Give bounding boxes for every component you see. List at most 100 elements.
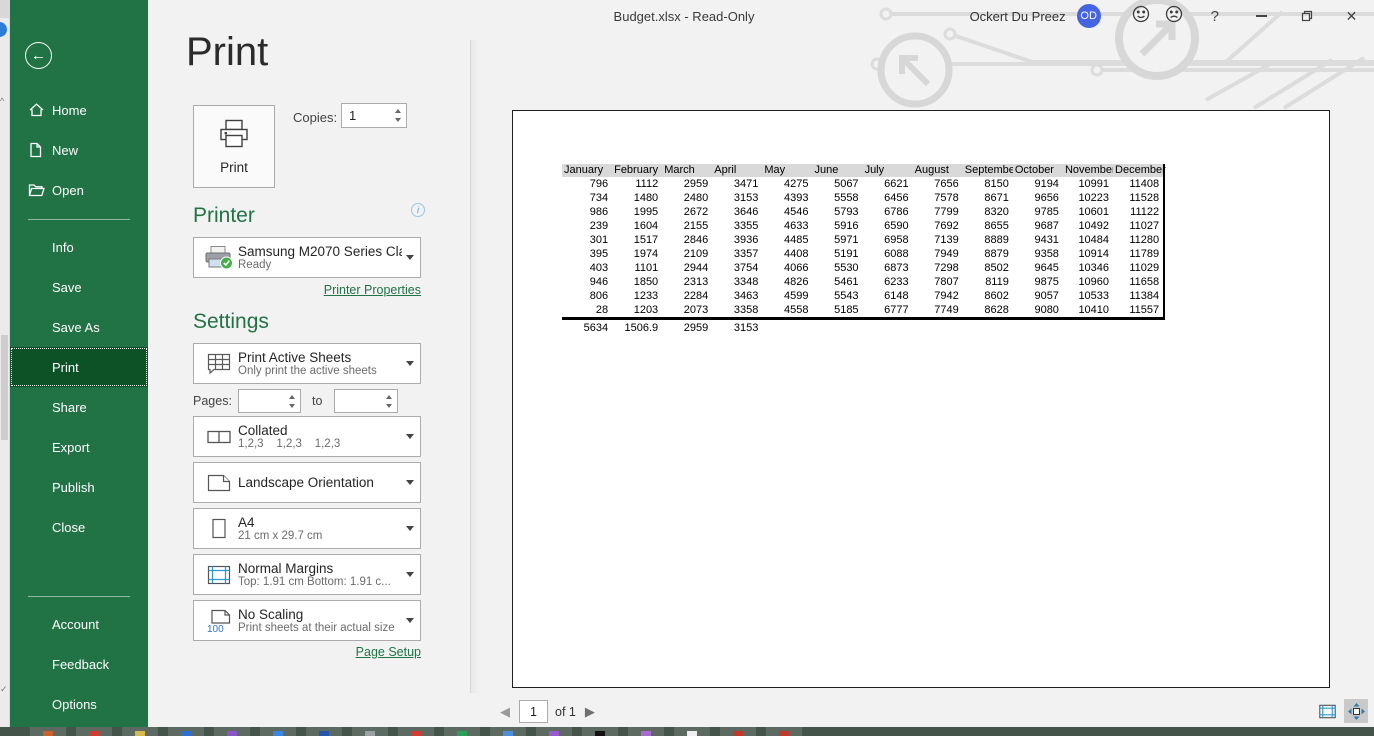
pages-to-spin-arrows[interactable] [381, 390, 397, 412]
page-navigation: ◀ of 1 ▶ [500, 700, 595, 723]
table-total-cell: 5634 [562, 321, 612, 335]
setting-dropdown-scaling[interactable]: 100 No Scaling Print sheets at their act… [193, 600, 421, 641]
table-cell: 5793 [812, 205, 862, 219]
printer-properties-link-wrap: Printer Properties [193, 283, 421, 297]
taskbar-app-icon[interactable] [30, 727, 66, 736]
sidebar-item-share[interactable]: Share [10, 387, 148, 427]
sidebar-item-label: Share [52, 400, 87, 415]
sidebar-item-label: Info [52, 240, 74, 255]
preview-table-wrap: JanuaryFebruaryMarchAprilMayJuneJulyAugu… [562, 164, 1165, 335]
user-name[interactable]: Ockert Du Preez [970, 9, 1066, 24]
taskbar-app-icon[interactable] [214, 727, 250, 736]
frowny-face-icon[interactable] [1164, 4, 1184, 29]
dropdown-title: Normal Margins [238, 561, 402, 576]
taskbar-app-icon[interactable] [168, 727, 204, 736]
previous-page-button[interactable]: ◀ [500, 704, 510, 720]
smiley-face-icon[interactable] [1131, 4, 1151, 29]
page-setup-link[interactable]: Page Setup [356, 645, 421, 659]
table-cell: 2109 [662, 247, 712, 261]
minimize-button[interactable] [1239, 1, 1284, 31]
sidebar-item-save[interactable]: Save [10, 267, 148, 307]
table-cell: 6456 [863, 191, 913, 205]
info-icon[interactable]: i [411, 203, 425, 217]
taskbar-app-icon[interactable] [582, 727, 618, 736]
print-active-sheets-icon [200, 352, 238, 376]
table-cell: 7807 [913, 275, 963, 289]
setting-dropdown-collation[interactable]: Collated 1,2,3 1,2,3 1,2,3 [193, 416, 421, 457]
spin-up-icon [386, 395, 392, 399]
zoom-to-page-button[interactable] [1344, 699, 1368, 723]
table-cell: 9785 [1013, 205, 1063, 219]
taskbar-app-icon[interactable] [490, 727, 526, 736]
help-button[interactable]: ? [1211, 8, 1219, 25]
table-cell: 28 [562, 303, 612, 317]
taskbar-app-icon[interactable] [306, 727, 342, 736]
table-cell: 7749 [913, 303, 963, 317]
sidebar-item-account[interactable]: Account [10, 604, 148, 644]
taskbar-app-icon[interactable] [628, 727, 664, 736]
taskbar-app-icon[interactable] [720, 727, 756, 736]
avatar[interactable]: OD [1077, 4, 1101, 28]
taskbar-app-icon[interactable] [444, 727, 480, 736]
table-cell: 10484 [1063, 233, 1113, 247]
table-cell: 4558 [762, 303, 812, 317]
pages-to-input[interactable] [335, 390, 381, 412]
sidebar-item-info[interactable]: Info [10, 227, 148, 267]
close-button[interactable]: ✕ [1329, 1, 1374, 31]
sidebar-item-save-as[interactable]: Save As [10, 307, 148, 347]
print-button[interactable]: Print [193, 105, 275, 188]
spin-down-icon [395, 118, 401, 122]
table-cell: 3754 [712, 261, 762, 275]
sidebar-item-home[interactable]: Home [10, 90, 148, 130]
sidebar-item-feedback[interactable]: Feedback [10, 644, 148, 684]
sidebar-item-options[interactable]: Options [10, 684, 148, 724]
table-cell: 6786 [863, 205, 913, 219]
setting-dropdown-orientation[interactable]: Landscape Orientation [193, 462, 421, 503]
svg-text:100: 100 [207, 624, 224, 634]
table-cell: 395 [562, 247, 612, 261]
taskbar-app-icon[interactable] [76, 727, 112, 736]
printer-properties-link[interactable]: Printer Properties [324, 283, 421, 297]
table-cell: 5461 [812, 275, 862, 289]
table-cell: 10346 [1063, 261, 1113, 275]
show-margins-button[interactable] [1315, 699, 1339, 723]
page-number-input[interactable] [519, 700, 548, 723]
settings-section-heading: Settings [193, 310, 269, 334]
dropdown-subtitle: Only print the active sheets [238, 365, 402, 377]
sidebar-item-close[interactable]: Close [10, 507, 148, 547]
chevron-down-icon [406, 526, 414, 531]
sidebar-item-print[interactable]: Print [10, 347, 148, 387]
setting-dropdown-paper-size[interactable]: A4 21 cm x 29.7 cm [193, 508, 421, 549]
sidebar-item-export[interactable]: Export [10, 427, 148, 467]
table-cell: 5067 [812, 177, 862, 191]
back-button[interactable]: ← [25, 42, 52, 69]
printer-dropdown[interactable]: Samsung M2070 Series Clas... Ready [193, 237, 421, 278]
copies-input[interactable] [342, 104, 390, 127]
table-cell: 6233 [863, 275, 913, 289]
taskbar-app-icon[interactable] [766, 727, 802, 736]
sidebar-item-new[interactable]: New [10, 130, 148, 170]
setting-dropdown-margins[interactable]: Normal Margins Top: 1.91 cm Bottom: 1.91… [193, 554, 421, 595]
next-page-button[interactable]: ▶ [585, 704, 595, 720]
setting-dropdown-print-what[interactable]: Print Active Sheets Only print the activ… [193, 343, 421, 384]
table-cell: 11384 [1113, 289, 1163, 303]
taskbar-app-icon[interactable] [674, 727, 710, 736]
taskbar-app-icon[interactable] [398, 727, 434, 736]
table-cell: 2480 [662, 191, 712, 205]
taskbar-app-icon[interactable] [352, 727, 388, 736]
taskbar-app-icon[interactable] [536, 727, 572, 736]
background-scrollbar-thumb[interactable] [1, 335, 8, 440]
sidebar-item-open[interactable]: Open [10, 170, 148, 210]
table-cell: 4408 [762, 247, 812, 261]
pages-from-input[interactable] [239, 390, 284, 412]
dropdown-title: No Scaling [238, 607, 402, 622]
sidebar-item-publish[interactable]: Publish [10, 467, 148, 507]
restore-button[interactable] [1284, 1, 1329, 31]
table-cell: 9080 [1013, 303, 1063, 317]
pages-to-stepper [334, 389, 398, 413]
table-cell: 1517 [612, 233, 662, 247]
pages-from-spin-arrows[interactable] [284, 390, 300, 412]
copies-spin-arrows[interactable] [390, 104, 406, 127]
taskbar-app-icon[interactable] [260, 727, 296, 736]
taskbar-app-icon[interactable] [122, 727, 158, 736]
